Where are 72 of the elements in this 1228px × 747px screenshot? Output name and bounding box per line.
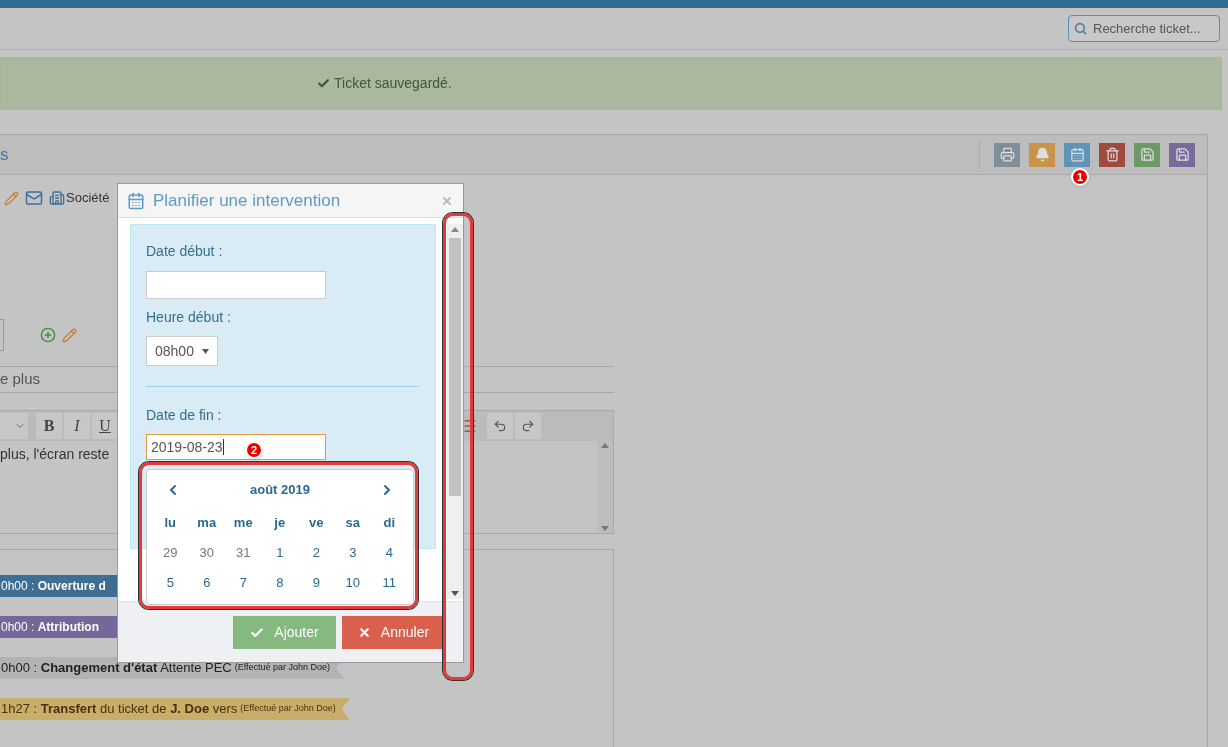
company-label: Société bbox=[66, 189, 110, 208]
save-icon bbox=[1174, 147, 1190, 162]
search-icon bbox=[1074, 22, 1087, 35]
toolbar-button[interactable] bbox=[1064, 142, 1090, 167]
pencil-icon[interactable] bbox=[62, 327, 77, 343]
check-icon bbox=[317, 77, 330, 90]
toolbar-button[interactable] bbox=[1169, 142, 1195, 167]
pencil-icon[interactable] bbox=[4, 190, 19, 206]
format-button[interactable]: I bbox=[64, 413, 90, 439]
toolbar-button[interactable] bbox=[1029, 142, 1055, 167]
scroll-down-icon bbox=[451, 591, 459, 596]
field-label: Heure début : bbox=[146, 308, 231, 327]
building-icon bbox=[49, 190, 65, 206]
calendar-day[interactable]: 7 bbox=[225, 568, 262, 598]
toolbar-button[interactable] bbox=[1134, 142, 1160, 167]
weekday-label: di bbox=[382, 514, 397, 533]
calendar-day[interactable]: 3 bbox=[334, 538, 371, 568]
scroll-thumb[interactable] bbox=[449, 238, 461, 496]
undo-button[interactable] bbox=[487, 413, 513, 439]
field-label: Date de fin : bbox=[146, 406, 222, 425]
field-label: Date début : bbox=[146, 242, 223, 261]
month-title[interactable]: août 2019 bbox=[250, 480, 310, 500]
time-select[interactable]: 08h00 bbox=[146, 336, 218, 366]
timeline-tag: 1h27 : Transfert du ticket de J. Doe vers (Effectué par John Doe) bbox=[0, 698, 350, 720]
search-field[interactable]: Recherche ticket... bbox=[1068, 15, 1220, 42]
weekday-label: ma bbox=[196, 514, 218, 533]
calendar-day[interactable]: 8 bbox=[261, 568, 298, 598]
envelope-icon[interactable] bbox=[25, 189, 43, 207]
format-button[interactable]: B bbox=[36, 413, 62, 439]
bell-icon bbox=[1034, 147, 1050, 162]
weekday-label: lu bbox=[163, 514, 178, 533]
input-field[interactable] bbox=[146, 271, 326, 299]
calendar-icon bbox=[1069, 147, 1085, 162]
modal-title: Planifier une intervention bbox=[153, 189, 341, 212]
weekday-label: sa bbox=[344, 514, 361, 533]
calendar-day[interactable]: 10 bbox=[334, 568, 371, 598]
add-icon[interactable] bbox=[40, 327, 56, 343]
calendar-icon bbox=[127, 191, 145, 210]
panel-title: s bbox=[0, 143, 9, 166]
calendar-day[interactable]: 11 bbox=[371, 568, 408, 598]
scrollbar[interactable] bbox=[447, 224, 463, 599]
calendar-day[interactable]: 31 bbox=[225, 538, 262, 568]
redo-button[interactable] bbox=[515, 413, 541, 439]
weekday-label: je bbox=[273, 514, 287, 533]
save-icon bbox=[1139, 147, 1155, 162]
close-icon[interactable] bbox=[441, 194, 453, 207]
cancel-button[interactable]: Annuler bbox=[342, 616, 445, 649]
input-field[interactable] bbox=[0, 319, 4, 351]
scroll-down-icon bbox=[601, 526, 609, 531]
toolbar-button[interactable] bbox=[994, 142, 1020, 167]
dropdown-arrow-icon bbox=[202, 348, 209, 354]
calendar-day[interactable]: 29 bbox=[152, 538, 189, 568]
printer-icon bbox=[999, 147, 1015, 162]
toolbar-button[interactable] bbox=[1099, 142, 1125, 167]
calendar-day[interactable]: 4 bbox=[371, 538, 408, 568]
scroll-up-icon bbox=[601, 443, 609, 448]
undo-icon bbox=[493, 419, 507, 433]
scrollbar[interactable] bbox=[597, 441, 613, 533]
weekday-label: ve bbox=[308, 514, 325, 533]
close-icon bbox=[357, 626, 371, 639]
alert-text: Ticket sauvegardé. bbox=[334, 74, 452, 93]
step-badge: 1 bbox=[1071, 168, 1089, 186]
weekday-label: me bbox=[232, 514, 254, 533]
format-button[interactable]: U bbox=[92, 413, 118, 439]
calendar-day[interactable]: 9 bbox=[298, 568, 335, 598]
calendar-day[interactable]: 30 bbox=[188, 538, 225, 568]
redo-icon bbox=[521, 419, 535, 433]
trash-icon bbox=[1104, 147, 1120, 162]
calendar-day[interactable]: 1 bbox=[261, 538, 298, 568]
calendar-day[interactable]: 2 bbox=[298, 538, 335, 568]
check-icon bbox=[250, 625, 265, 640]
scroll-up-icon bbox=[451, 227, 459, 232]
